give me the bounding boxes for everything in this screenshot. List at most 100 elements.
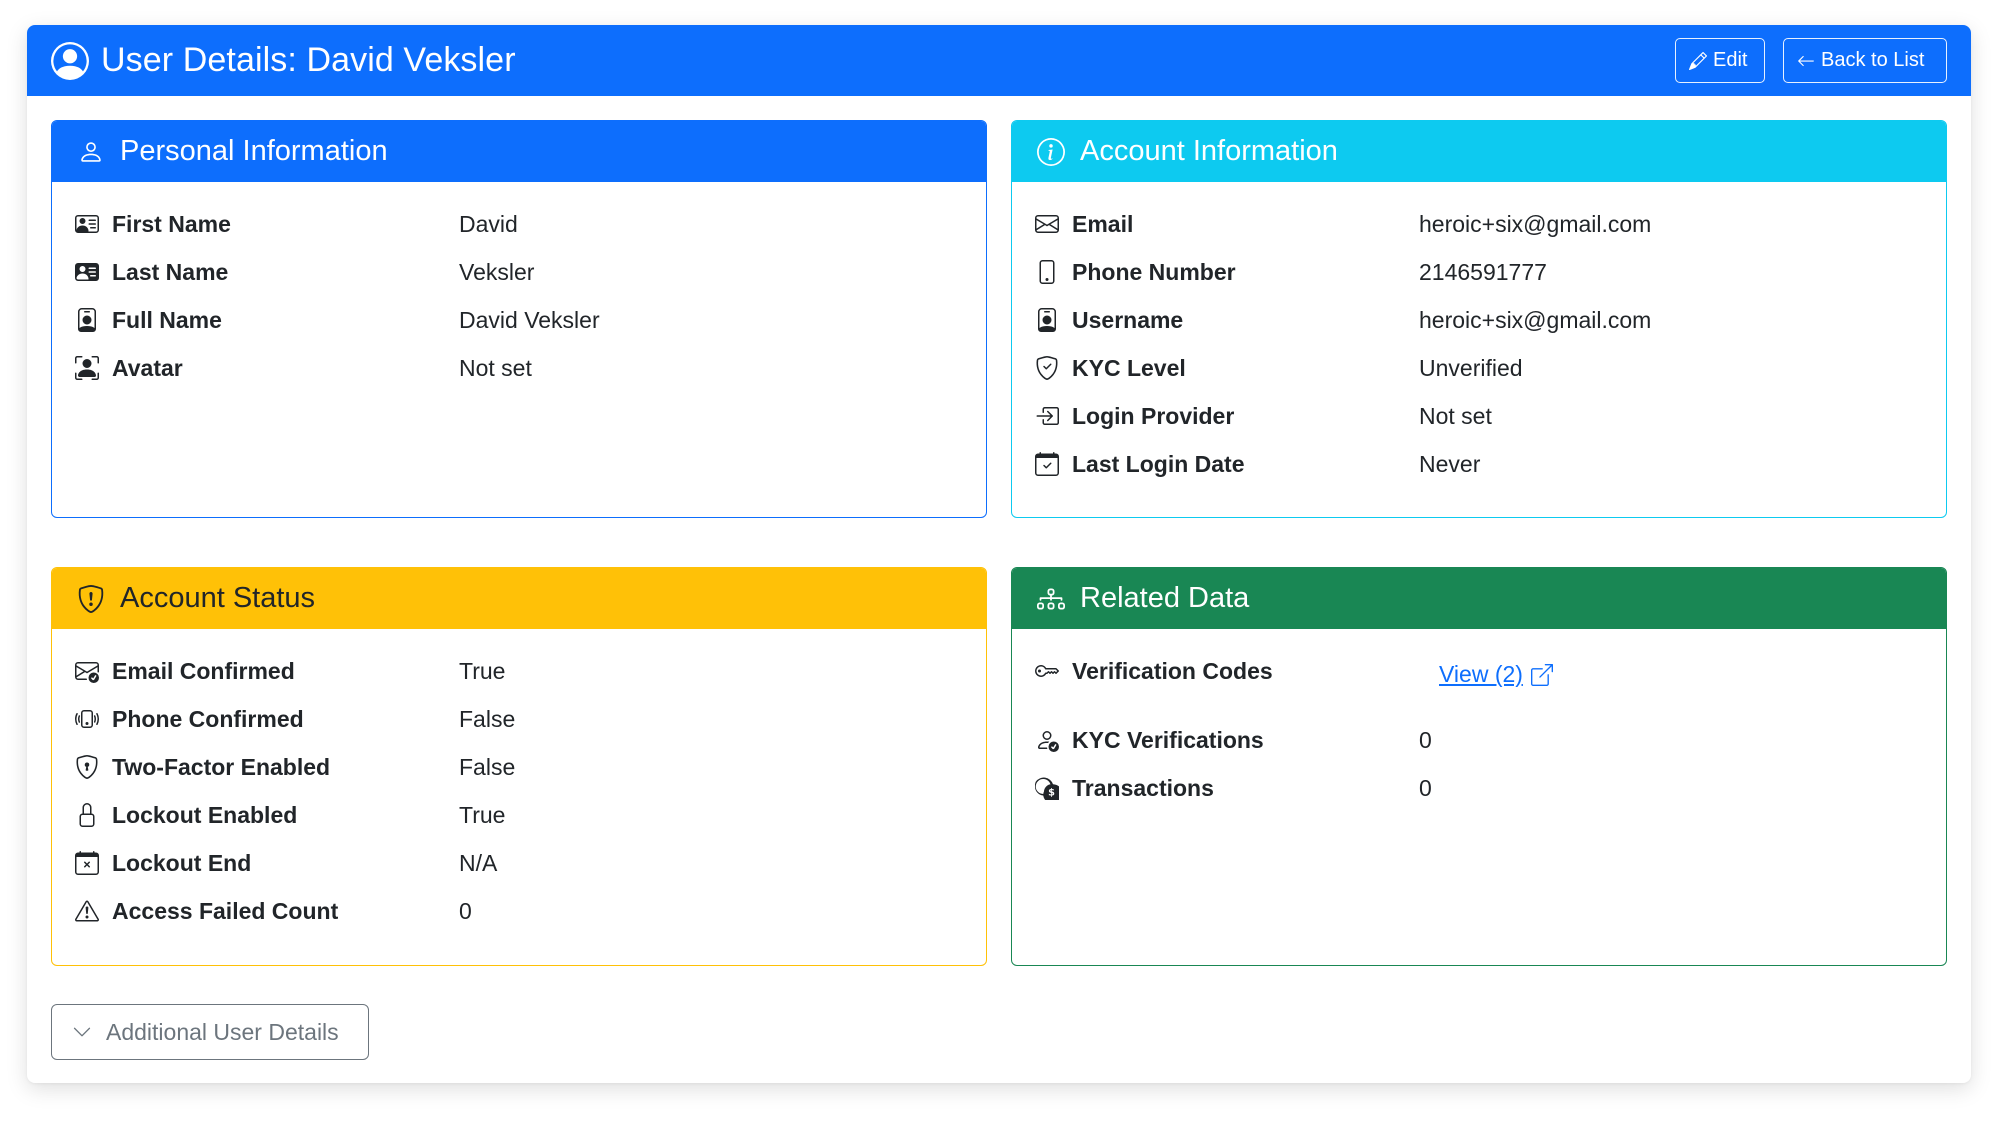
arrow-left-icon: [1798, 55, 1814, 66]
full-name-value: David Veksler: [459, 306, 600, 333]
person-icon: [76, 137, 106, 167]
coin-icon: $: [1034, 775, 1060, 801]
additional-user-details-toggle[interactable]: Additional User Details: [51, 1004, 369, 1060]
phone-icon: [1034, 259, 1060, 285]
avatar-value: Not set: [459, 354, 532, 381]
phone-number-row: Phone Number 2146591777: [1012, 248, 1946, 296]
shield-check-icon: [1034, 355, 1060, 381]
lockout-enabled-row: Lockout Enabled True: [52, 791, 986, 839]
panel-title: Related Data: [1080, 582, 1250, 614]
full-name-label: Full Name: [112, 306, 222, 333]
person-badge-icon: [1034, 307, 1060, 333]
email-label: Email: [1072, 210, 1134, 237]
login-provider-label: Login Provider: [1072, 402, 1235, 429]
person-bounding-box-icon: [74, 355, 100, 381]
lockout-end-label: Lockout End: [112, 849, 252, 876]
related-data-header: Related Data: [1012, 568, 1946, 629]
view-verification-codes-link[interactable]: View (2): [1439, 661, 1553, 688]
last-name-label: Last Name: [112, 258, 229, 285]
email-row: Email heroic+six@gmail.com: [1012, 200, 1946, 248]
kyc-verifications-value: 0: [1419, 726, 1432, 753]
personal-information-panel: Personal Information First Name David La…: [51, 120, 987, 518]
box-arrow-up-right-icon: [1530, 663, 1553, 686]
login-provider-value: Not set: [1419, 402, 1492, 429]
kyc-verifications-label: KYC Verifications: [1072, 726, 1264, 753]
panel-title: Account Status: [120, 582, 316, 614]
email-value: heroic+six@gmail.com: [1419, 210, 1652, 237]
username-label: Username: [1072, 306, 1184, 333]
access-failed-count-value: 0: [459, 897, 472, 924]
exclamation-triangle-icon: [74, 898, 100, 924]
first-name-row: First Name David: [52, 200, 986, 248]
transactions-label: Transactions: [1072, 774, 1214, 801]
first-name-value: David: [459, 210, 518, 237]
additional-user-details-label: Additional User Details: [106, 1018, 339, 1045]
person-check-icon: [1034, 727, 1060, 753]
info-circle-icon: [1036, 137, 1066, 167]
kyc-level-row: KYC Level Unverified: [1012, 344, 1946, 392]
last-login-date-value: Never: [1419, 450, 1481, 477]
shield-lock-icon: [74, 754, 100, 780]
svg-text:$: $: [1048, 788, 1055, 799]
first-name-label: First Name: [112, 210, 231, 237]
person-circle-icon: [51, 41, 89, 80]
envelope-icon: [1034, 211, 1060, 237]
panel-title: Account Information: [1080, 135, 1338, 167]
account-status-header: Account Status: [52, 568, 986, 629]
access-failed-count-row: Access Failed Count 0: [52, 887, 986, 935]
envelope-check-icon: [74, 658, 100, 684]
phone-number-label: Phone Number: [1072, 258, 1236, 285]
username-value: heroic+six@gmail.com: [1419, 306, 1652, 333]
pencil-icon: [1689, 51, 1707, 70]
last-login-date-label: Last Login Date: [1072, 450, 1245, 477]
transactions-value: 0: [1419, 774, 1432, 801]
account-information-header: Account Information: [1012, 121, 1946, 182]
account-information-panel: Account Information Email heroic+six@gma…: [1011, 120, 1947, 518]
lockout-end-row: Lockout End N/A: [52, 839, 986, 887]
edit-button[interactable]: Edit: [1675, 38, 1765, 83]
avatar-row: Avatar Not set: [52, 344, 986, 392]
login-provider-row: Login Provider Not set: [1012, 392, 1946, 440]
person-vcard-fill-icon: [74, 259, 100, 285]
lockout-enabled-value: True: [459, 801, 506, 828]
chevron-down-icon: [73, 1027, 91, 1037]
back-to-list-button[interactable]: Back to List: [1783, 38, 1947, 83]
diagram-icon: [1036, 584, 1066, 614]
full-name-row: Full Name David Veksler: [52, 296, 986, 344]
panel-title: Personal Information: [120, 135, 388, 167]
last-login-date-row: Last Login Date Never: [1012, 440, 1946, 488]
lockout-end-value: N/A: [459, 849, 498, 876]
two-factor-enabled-label: Two-Factor Enabled: [112, 753, 331, 780]
email-confirmed-value: True: [459, 657, 506, 684]
kyc-verifications-row: KYC Verifications 0: [1012, 716, 1946, 764]
related-data-panel: Related Data Verification Codes View (2)…: [1011, 567, 1947, 966]
phone-confirmed-value: False: [459, 705, 516, 732]
last-name-value: Veksler: [459, 258, 535, 285]
transactions-row: $ Transactions 0: [1012, 764, 1946, 812]
lock-icon: [74, 802, 100, 828]
phone-vibrate-icon: [74, 706, 100, 732]
key-icon: [1034, 658, 1060, 684]
page-title: User Details: David Veksler: [101, 41, 516, 79]
personal-information-header: Personal Information: [52, 121, 986, 182]
two-factor-enabled-row: Two-Factor Enabled False: [52, 743, 986, 791]
lockout-enabled-label: Lockout Enabled: [112, 801, 298, 828]
phone-number-value: 2146591777: [1419, 258, 1547, 285]
calendar-check-icon: [1034, 451, 1060, 477]
two-factor-enabled-value: False: [459, 753, 516, 780]
person-badge-icon: [74, 307, 100, 333]
view-link-label: View (2): [1439, 661, 1523, 687]
phone-confirmed-row: Phone Confirmed False: [52, 695, 986, 743]
page-header: User Details: David Veksler Edit Back to…: [27, 25, 1971, 96]
username-row: Username heroic+six@gmail.com: [1012, 296, 1946, 344]
kyc-level-value: Unverified: [1419, 354, 1523, 381]
last-name-row: Last Name Veksler: [52, 248, 986, 296]
shield-exclamation-icon: [76, 584, 106, 614]
phone-confirmed-label: Phone Confirmed: [112, 705, 304, 732]
user-details-card: User Details: David Veksler Edit Back to…: [27, 25, 1971, 1083]
back-button-label: Back to List: [1821, 49, 1925, 71]
email-confirmed-label: Email Confirmed: [112, 657, 295, 684]
calendar-x-icon: [74, 850, 100, 876]
avatar-label: Avatar: [112, 354, 183, 381]
edit-button-label: Edit: [1713, 49, 1748, 71]
